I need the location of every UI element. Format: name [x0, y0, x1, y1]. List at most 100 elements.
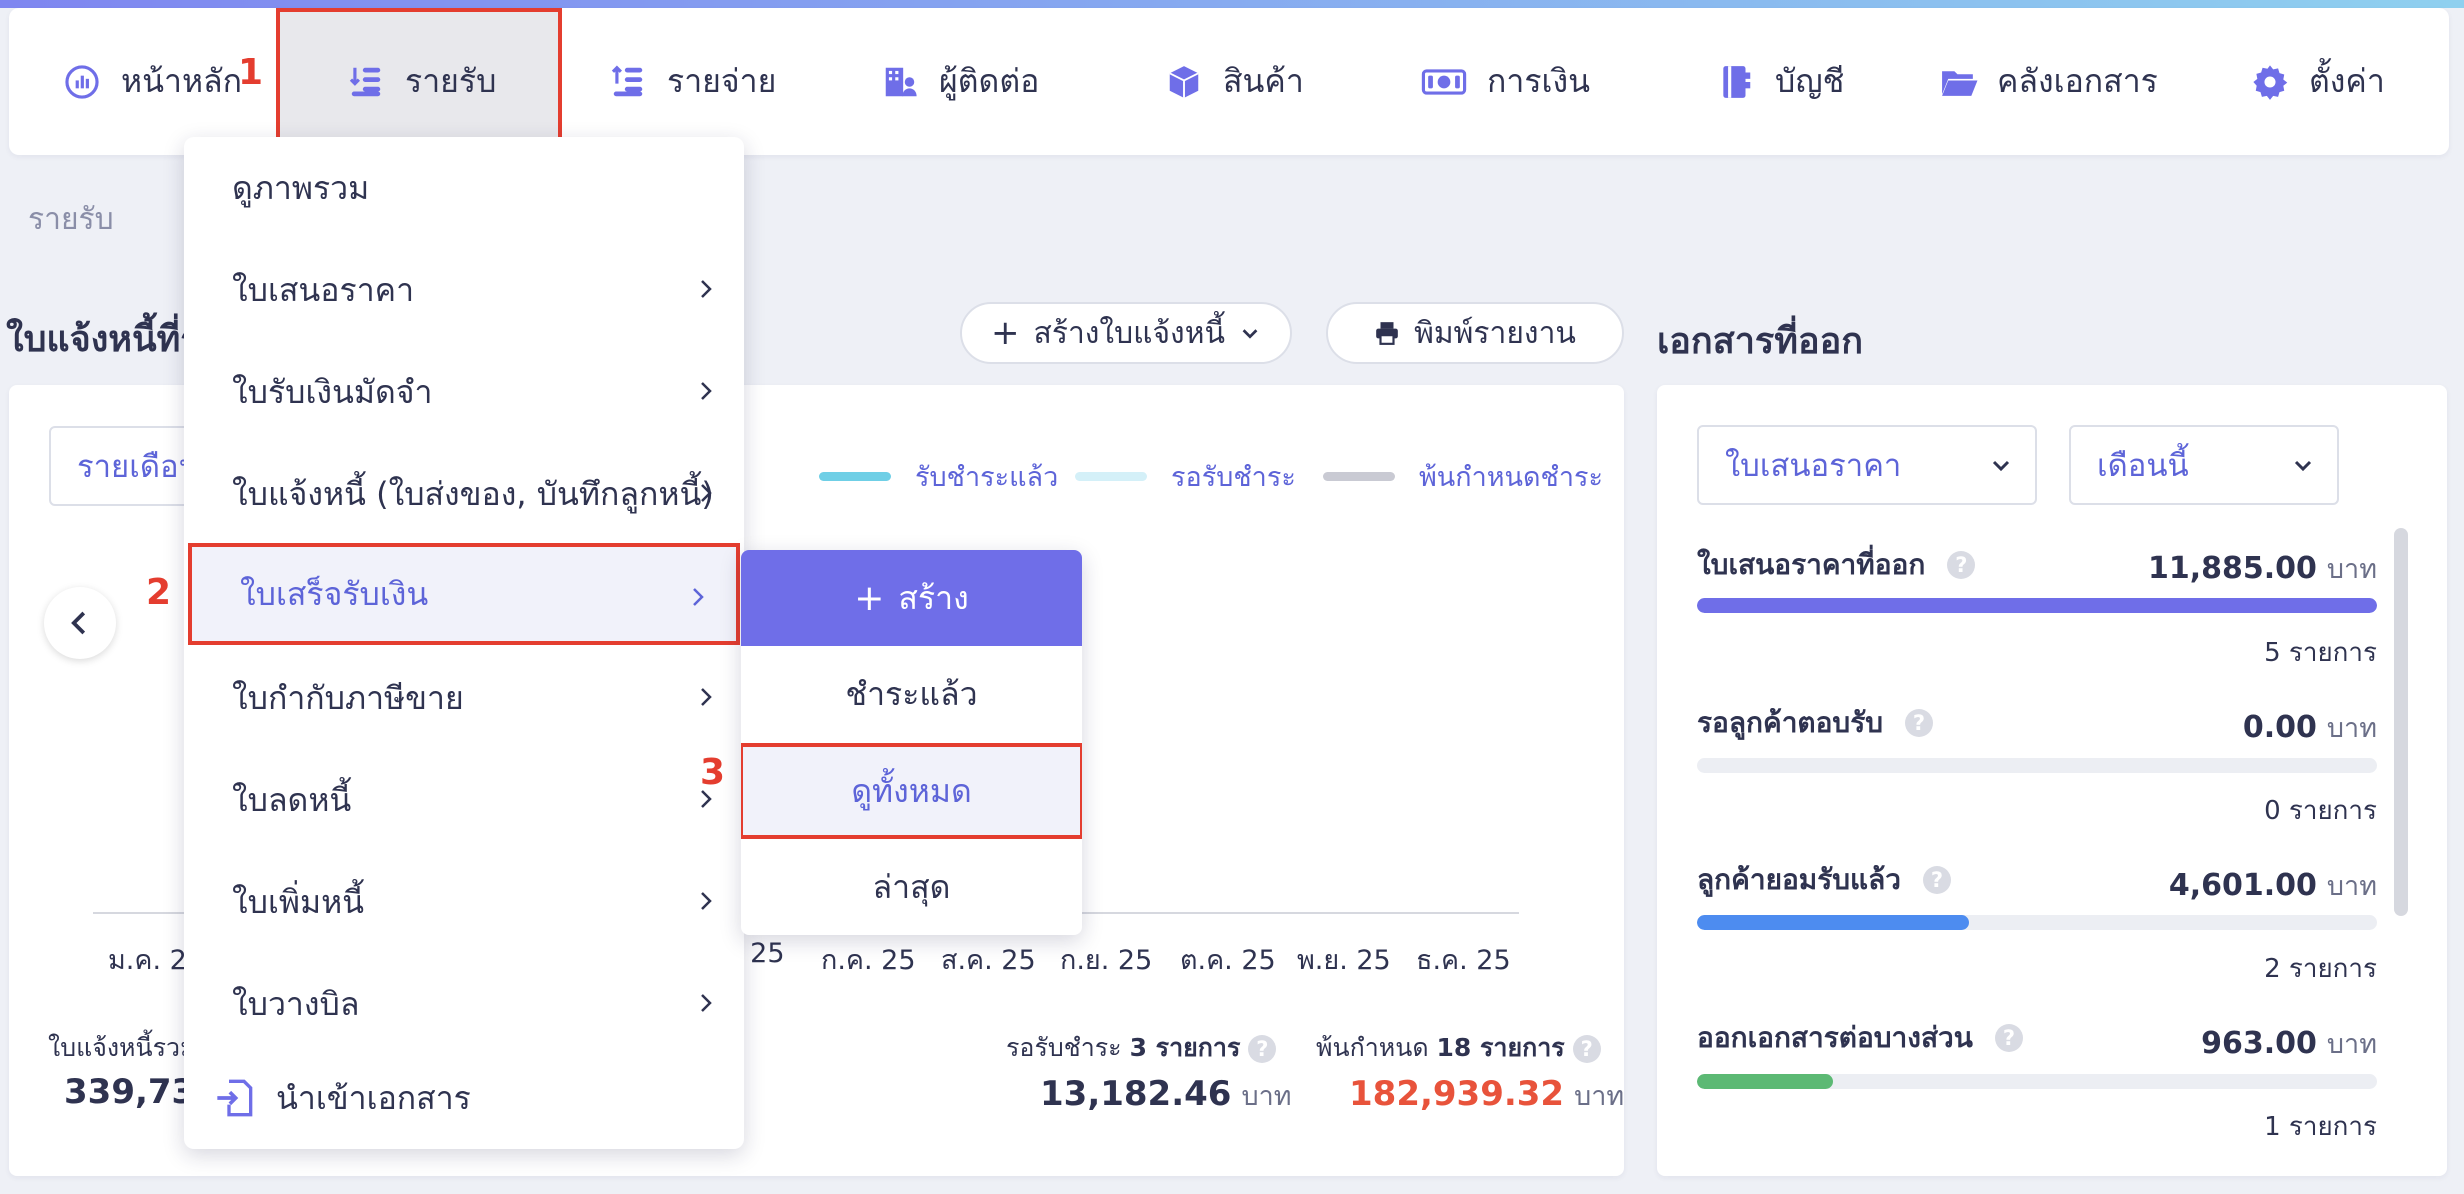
nav-label: รายจ่าย: [667, 62, 777, 100]
nav-item-home[interactable]: หน้าหลัก: [63, 8, 242, 155]
help-icon[interactable]: ?: [1248, 1035, 1277, 1063]
legend-overdue: พ้นกำหนดชำระ: [1323, 455, 1603, 498]
pending-value-row: 13,182.46 บาท: [1040, 1074, 1292, 1117]
doc-row-count: 0 รายการ: [2264, 796, 2377, 826]
help-icon[interactable]: ?: [1947, 551, 1976, 579]
menu-item-tax-invoice[interactable]: ใบกำกับภาษีขาย: [184, 647, 744, 749]
step-marker-2: 2: [146, 572, 172, 613]
income-dropdown-menu: ดูภาพรวม ใบเสนอราคา ใบรับเงินมัดจำ ใบแจ้…: [184, 137, 744, 1149]
chevron-down-icon: [1992, 460, 2010, 472]
folder-open-icon: [1939, 63, 1978, 101]
money-icon: [1421, 63, 1467, 101]
x-tick: ต.ค. 25: [1180, 945, 1276, 976]
pending-stat: รอรับชำระ 3 รายการ ?: [1006, 1028, 1277, 1068]
chevron-right-icon: [693, 588, 704, 606]
doc-row-count: 1 รายการ: [2264, 1112, 2377, 1142]
menu-item-label: ใบลดหนี้: [232, 780, 352, 819]
doc-row-title-text: ใบเสนอราคาที่ออก: [1697, 548, 1926, 581]
help-icon[interactable]: ?: [1905, 709, 1934, 737]
unit-label: บาท: [2326, 1029, 2377, 1060]
import-document-icon: [217, 1079, 253, 1117]
menu-item-label: ใบแจ้งหนี้ (ใบส่งของ, บันทึกลูกหนี้): [232, 474, 714, 513]
overdue-value-row: 182,939.32 บาท: [1349, 1074, 1624, 1117]
chevron-right-icon: [701, 280, 712, 298]
doc-row-amount-value: 4,601.00: [2168, 868, 2317, 903]
doc-row-count: 5 รายการ: [2264, 638, 2377, 668]
menu-item-label: ใบวางบิล: [232, 984, 360, 1023]
unit-label: บาท: [2326, 713, 2377, 744]
menu-item-billing-note[interactable]: ใบวางบิล: [184, 953, 744, 1055]
chart-circle-icon: [63, 63, 101, 101]
doc-row-progress-fill: [1697, 1074, 1833, 1089]
overdue-stat: พ้นกำหนด 18 รายการ ?: [1316, 1028, 1601, 1068]
legend-label: รอรับชำระ: [1171, 462, 1296, 493]
doc-period-select[interactable]: เดือนนี้: [2069, 425, 2339, 505]
doc-row-progress: [1697, 1074, 2377, 1089]
doc-row-title: รอลูกค้าตอบรับ?: [1697, 701, 1934, 745]
menu-item-invoice[interactable]: ใบแจ้งหนี้ (ใบส่งของ, บันทึกลูกหนี้): [184, 443, 744, 545]
doc-row-amount: 0.00 บาท: [2243, 706, 2377, 749]
nav-item-income[interactable]: รายรับ: [347, 8, 496, 155]
unit-label: บาท: [1241, 1081, 1292, 1112]
print-report-button[interactable]: พิมพ์รายงาน: [1326, 302, 1624, 364]
ledger-book-icon: [1717, 63, 1755, 101]
menu-item-quotation[interactable]: ใบเสนอราคา: [184, 239, 744, 341]
menu-item-label: ใบกำกับภาษีขาย: [232, 678, 464, 717]
invoice-section-title: ใบแจ้งหนี้ที่รั: [6, 319, 200, 360]
nav-label: หน้าหลัก: [121, 62, 243, 100]
submenu-create-button[interactable]: + สร้าง: [741, 550, 1082, 646]
create-invoice-button[interactable]: + สร้างใบแจ้งหนี้: [960, 302, 1292, 364]
doc-row-amount-value: 963.00: [2201, 1026, 2317, 1061]
doc-row-title-text: ออกเอกสารต่อบางส่วน: [1697, 1021, 1973, 1054]
nav-item-products[interactable]: สินค้า: [1165, 8, 1304, 155]
nav-label: การเงิน: [1487, 62, 1590, 100]
doc-type-select-value: ใบเสนอราคา: [1725, 448, 1902, 484]
doc-type-select[interactable]: ใบเสนอราคา: [1697, 425, 2037, 505]
nav-item-finance[interactable]: การเงิน: [1421, 8, 1590, 155]
menu-item-label: ใบรับเงินมัดจำ: [232, 372, 433, 411]
nav-item-accounting[interactable]: บัญชี: [1717, 8, 1844, 155]
doc-row-amount: 4,601.00 บาท: [2169, 864, 2377, 907]
pending-count: 3 รายการ: [1129, 1033, 1241, 1062]
menu-item-import[interactable]: นำเข้าเอกสาร: [184, 1047, 744, 1149]
breadcrumb: รายรับ: [28, 202, 114, 237]
x-tick: ก.ค. 25: [821, 945, 916, 976]
chart-prev-button[interactable]: [44, 587, 116, 659]
legend-paid: รับชำระแล้ว: [819, 455, 1058, 498]
menu-item-label: ดูภาพรวม: [232, 168, 370, 207]
menu-item-receipt[interactable]: ใบเสร็จรับเงิน: [188, 543, 740, 645]
submenu-item-label: ดูทั้งหมด: [851, 771, 972, 810]
nav-item-contacts[interactable]: ผู้ติดต่อ: [881, 8, 1039, 155]
submenu-item-latest[interactable]: ล่าสุด: [741, 839, 1082, 935]
menu-item-deposit-receipt[interactable]: ใบรับเงินมัดจำ: [184, 341, 744, 443]
help-icon[interactable]: ?: [1994, 1024, 2023, 1052]
nav-item-expense[interactable]: รายจ่าย: [609, 8, 776, 155]
submenu-item-paid[interactable]: ชำระแล้ว: [741, 646, 1082, 742]
menu-item-credit-note[interactable]: ใบลดหนี้: [184, 749, 744, 851]
menu-item-debit-note[interactable]: ใบเพิ่มหนี้: [184, 851, 744, 953]
chevron-right-icon: [701, 892, 712, 910]
plus-icon: +: [854, 577, 885, 619]
nav-item-settings[interactable]: ตั้งค่า: [2251, 8, 2385, 155]
legend-swatch-pending: [1075, 472, 1147, 481]
doc-row-title-text: รอลูกค้าตอบรับ: [1697, 706, 1884, 739]
nav-item-documents[interactable]: คลังเอกสาร: [1939, 8, 2158, 155]
doc-row-amount-value: 11,885.00: [2147, 551, 2317, 586]
plus-icon: +: [991, 313, 1020, 353]
doc-row-progress-fill: [1697, 915, 1969, 930]
menu-item-overview[interactable]: ดูภาพรวม: [184, 137, 744, 239]
top-accent-bar: [0, 0, 2464, 8]
overdue-count: 18 รายการ: [1436, 1033, 1565, 1062]
help-icon[interactable]: ?: [1922, 866, 1951, 894]
help-icon[interactable]: ?: [1572, 1035, 1601, 1063]
panel-scrollbar[interactable]: [2394, 528, 2408, 916]
expense-stack-icon: [609, 63, 647, 101]
step-marker-1: 1: [238, 52, 264, 93]
x-tick: พ.ย. 25: [1297, 945, 1391, 976]
box-icon: [1165, 63, 1203, 101]
submenu-item-view-all[interactable]: ดูทั้งหมด: [741, 743, 1082, 839]
chevron-right-icon: [701, 688, 712, 706]
legend-label: รับชำระแล้ว: [915, 462, 1059, 493]
pending-value: 13,182.46: [1040, 1074, 1232, 1114]
menu-item-label: นำเข้าเอกสาร: [276, 1078, 471, 1117]
